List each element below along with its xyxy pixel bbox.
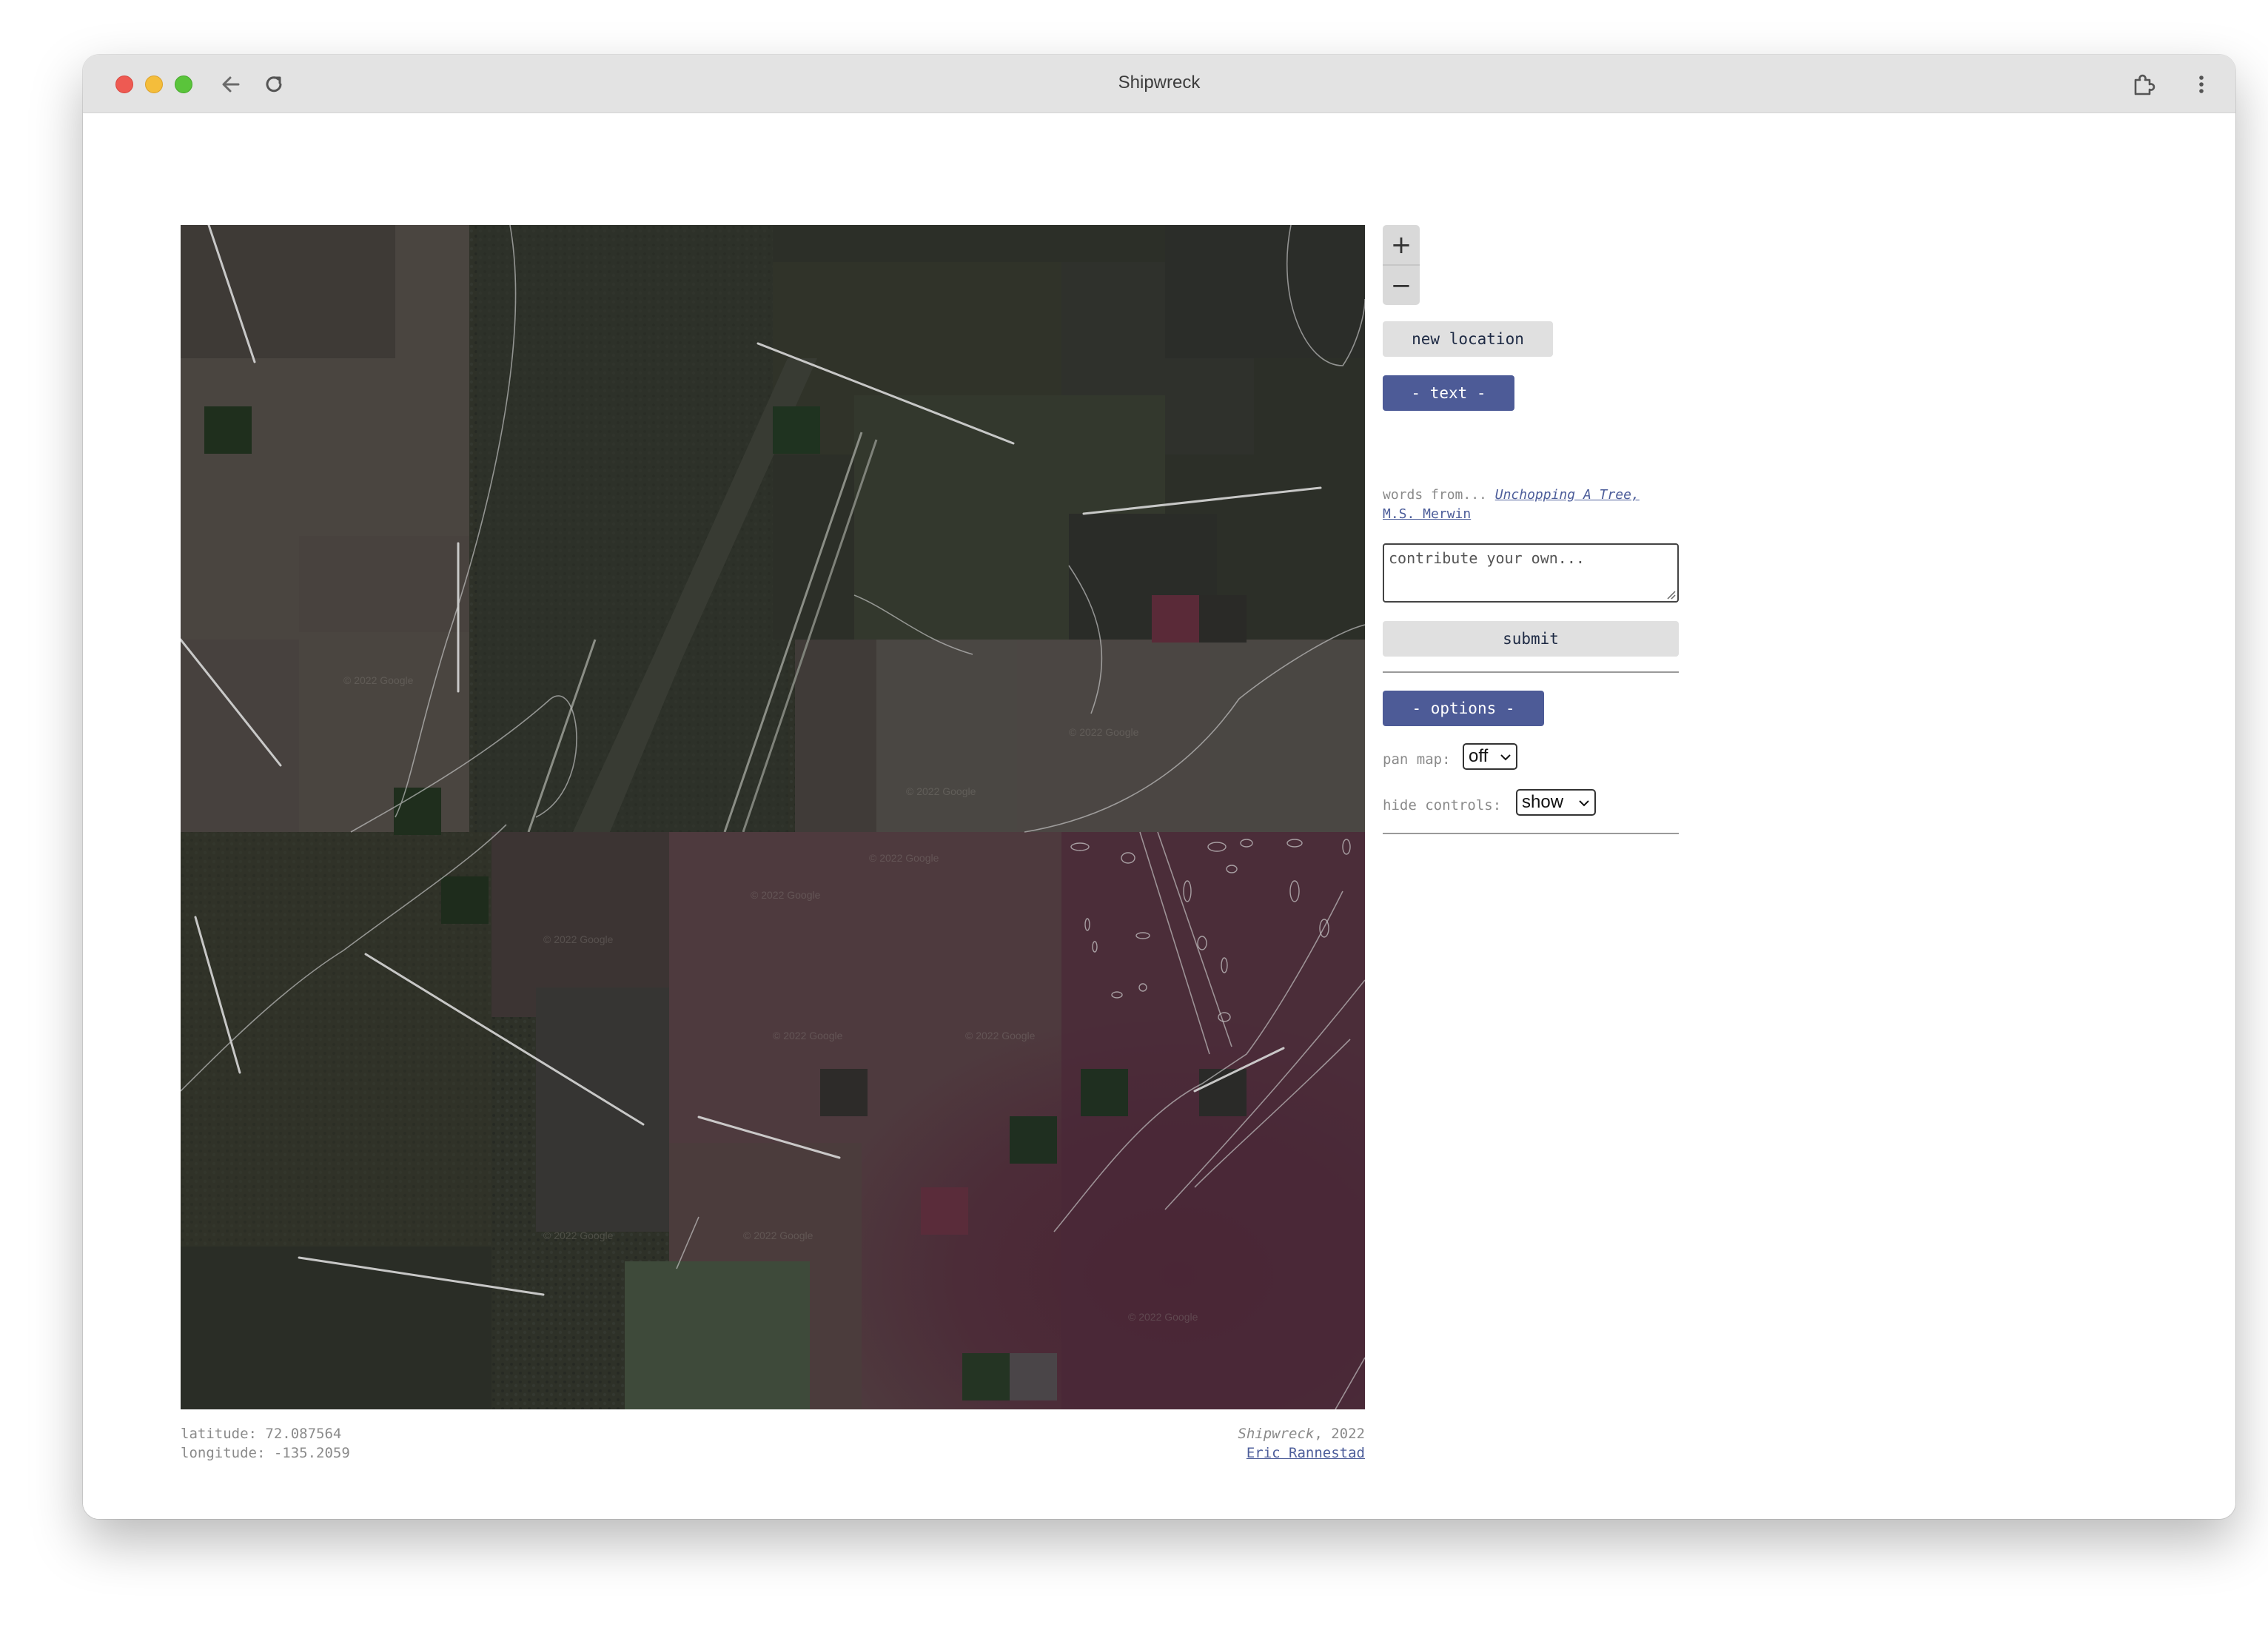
browser-window: Shipwreck © 2022 Google © 2022 Google © … — [83, 55, 2235, 1519]
words-from-label: words from... — [1383, 487, 1487, 503]
artwork-title: Shipwreck — [1238, 1426, 1315, 1442]
title-bar: Shipwreck — [83, 55, 2235, 113]
map-watermark: © 2022 Google — [751, 889, 821, 901]
satellite-map[interactable]: © 2022 Google © 2022 Google © 2022 Google ©… — [181, 225, 1365, 1409]
hide-controls-value: show — [1522, 792, 1564, 812]
map-watermark: © 2022 Google — [773, 1030, 843, 1041]
kebab-menu-icon[interactable] — [2187, 70, 2216, 99]
text-toggle-button[interactable]: - text - — [1383, 375, 1514, 411]
map-tiles: © 2022 Google © 2022 Google © 2022 Google ©… — [181, 225, 1365, 1409]
submit-button[interactable]: submit — [1383, 621, 1679, 657]
artist-link[interactable]: Eric Rannestad — [1247, 1445, 1365, 1461]
resize-handle-icon[interactable] — [1665, 589, 1676, 600]
source-attribution: words from... Unchopping A Tree, M.S. Me… — [1383, 486, 1679, 524]
map-watermark: © 2022 Google — [906, 785, 976, 797]
map-watermark: © 2022 Google — [543, 933, 614, 945]
chevron-down-icon — [1579, 800, 1589, 807]
zoom-control: + − — [1383, 225, 1420, 305]
coordinates-readout: latitude: 72.087564 longitude: -135.2059 — [181, 1424, 350, 1463]
chevron-down-icon — [1500, 754, 1511, 761]
latitude-value: latitude: 72.087564 — [181, 1426, 342, 1442]
new-location-button[interactable]: new location — [1383, 321, 1553, 357]
page-content: © 2022 Google © 2022 Google © 2022 Google ©… — [83, 113, 2235, 1519]
contribute-placeholder: contribute your own... — [1389, 549, 1585, 567]
artwork-credit: Shipwreck, 2022 Eric Rannestad — [1238, 1424, 1365, 1463]
zoom-in-button[interactable]: + — [1383, 225, 1420, 264]
puzzle-icon[interactable] — [2129, 70, 2158, 99]
zoom-out-button[interactable]: − — [1383, 264, 1420, 305]
divider — [1383, 671, 1679, 673]
map-watermark: © 2022 Google — [743, 1230, 813, 1241]
window-title: Shipwreck — [1118, 73, 1201, 93]
map-watermark: © 2022 Google — [965, 1030, 1036, 1041]
divider — [1383, 833, 1679, 834]
source-title-link[interactable]: Unchopping A Tree, — [1495, 487, 1640, 503]
map-watermark: © 2022 Google — [1128, 1311, 1198, 1323]
map-watermark: © 2022 Google — [543, 1230, 614, 1241]
contribute-textarea[interactable]: contribute your own... — [1383, 543, 1679, 603]
map-watermark: © 2022 Google — [343, 674, 414, 686]
map-watermark: © 2022 Google — [1069, 726, 1139, 738]
pan-map-value: off — [1469, 746, 1489, 766]
hide-controls-label: hide controls: — [1383, 797, 1502, 814]
map-watermark: © 2022 Google — [869, 852, 939, 864]
pan-map-label: pan map: — [1383, 751, 1451, 768]
hide-controls-select[interactable]: show — [1516, 789, 1596, 816]
source-author-link[interactable]: M.S. Merwin — [1383, 506, 1471, 522]
options-toggle-button[interactable]: - options - — [1383, 691, 1544, 726]
pan-map-select[interactable]: off — [1463, 743, 1517, 770]
longitude-value: longitude: -135.2059 — [181, 1445, 350, 1461]
artwork-year: , 2022 — [1314, 1426, 1365, 1442]
